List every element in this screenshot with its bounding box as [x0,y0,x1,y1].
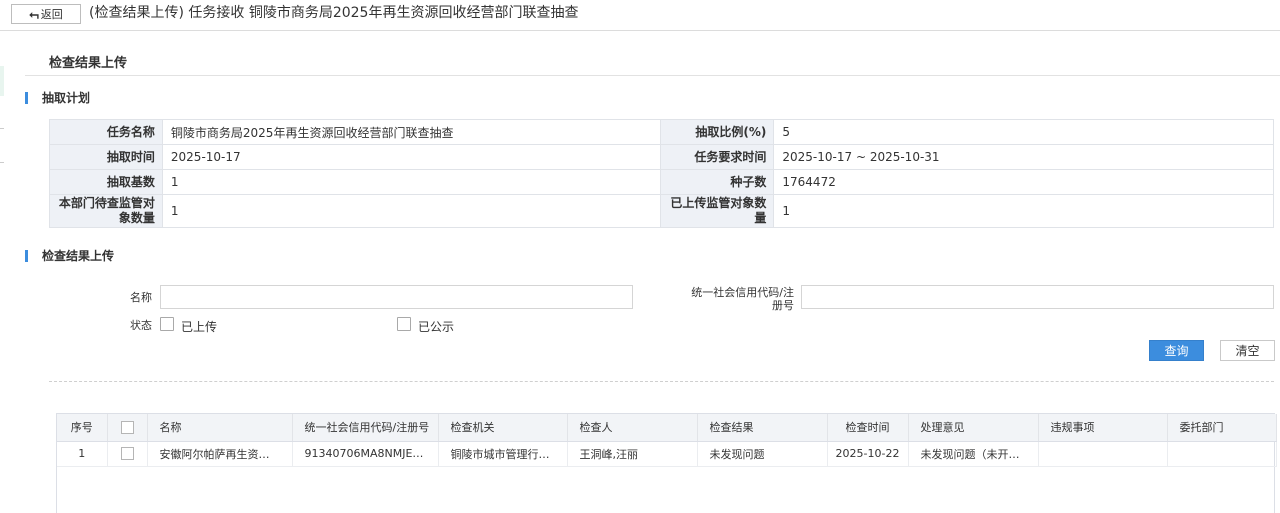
row-checkbox[interactable] [107,441,148,467]
draw-time-value: 2025-10-17 [161,144,662,170]
cell-delegate [1167,441,1277,467]
table-row[interactable]: 1 安徽阿尔帕萨再生资源有… 91340706MA8NMJEL5Q 铜陵市城市管… [57,441,1277,467]
required-time-value: 2025-10-17 ~ 2025-10-31 [773,144,1274,170]
query-button[interactable]: 查询 [1149,340,1204,361]
pending-count-label: 本部门待查监管对象数量 [49,194,163,228]
column-header-violation[interactable]: 违规事项 [1038,414,1168,442]
status-label: 状态 [130,319,152,332]
column-header-opinion[interactable]: 处理意见 [908,414,1039,442]
base-count-value: 1 [161,169,662,195]
uploaded-count-value: 1 [773,194,1274,228]
pending-count-value: 1 [161,194,662,228]
cell-authority: 铜陵市城市管理行政… [438,441,568,467]
seed-label: 种子数 [660,169,775,195]
ratio-value: 5 [773,119,1274,145]
back-button-label: 返回 [40,8,63,21]
left-rail-divider [0,128,4,129]
left-rail-indicator [0,66,4,96]
section-title-upload: 检查结果上传 [25,250,114,262]
back-button[interactable]: ⮢ 返回 [11,4,81,24]
column-header-name[interactable]: 名称 [147,414,293,442]
section-title-plan: 抽取计划 [25,92,90,104]
cell-inspector: 王洞峰,汪丽 [567,441,698,467]
credit-code-label: 统一社会信用代码/注册号 [691,286,794,312]
uploaded-checkbox-label: 已上传 [181,320,218,334]
required-time-label: 任务要求时间 [660,144,775,170]
column-header-index[interactable]: 序号 [57,414,108,442]
section-divider [49,381,1274,382]
back-arrow-icon: ⮢ [29,6,39,21]
left-rail-divider [0,162,4,163]
task-name-label: 任务名称 [49,119,163,145]
cell-credit-code: 91340706MA8NMJEL5Q [292,441,439,467]
published-checkbox-label: 已公示 [418,320,455,334]
name-label: 名称 [130,291,152,304]
select-all-checkbox[interactable] [107,414,148,442]
cell-opinion: 未发现问题（未开展… [908,441,1039,467]
page-title-divider [25,75,1280,76]
checkbox-icon [120,447,134,461]
draw-time-label: 抽取时间 [49,144,163,170]
cell-index: 1 [57,441,108,467]
top-bar: ⮢ 返回 (检查结果上传) 任务接收 铜陵市商务局2025年再生资源回收经营部门… [0,0,1280,31]
cell-name[interactable]: 安徽阿尔帕萨再生资源有… [147,441,293,467]
published-checkbox[interactable] [397,317,411,331]
column-header-authority[interactable]: 检查机关 [438,414,568,442]
grid-header-row: 序号 名称 统一社会信用代码/注册号 检查机关 检查人 检查结果 检查时间 处理… [57,414,1277,442]
cell-violation [1038,441,1168,467]
uploaded-count-label: 已上传监管对象数量 [660,194,775,228]
column-header-date[interactable]: 检查时间 [827,414,909,442]
column-header-delegate[interactable]: 委托部门 [1167,414,1277,442]
base-count-label: 抽取基数 [49,169,163,195]
column-header-inspector[interactable]: 检查人 [567,414,698,442]
ratio-label: 抽取比例(%) [660,119,775,145]
cell-date: 2025-10-22 [827,441,909,467]
clear-button[interactable]: 清空 [1220,340,1275,361]
results-grid: 序号 名称 统一社会信用代码/注册号 检查机关 检查人 检查结果 检查时间 处理… [56,413,1277,513]
window-title: (检查结果上传) 任务接收 铜陵市商务局2025年再生资源回收经营部门联查抽查 [89,5,579,21]
uploaded-checkbox[interactable] [160,317,174,331]
column-header-result[interactable]: 检查结果 [697,414,828,442]
task-name-value: 铜陵市商务局2025年再生资源回收经营部门联查抽查 [161,119,662,145]
seed-value: 1764472 [773,169,1274,195]
page-title: 检查结果上传 [49,56,128,71]
name-input[interactable] [160,285,633,309]
plan-info-table: 任务名称 铜陵市商务局2025年再生资源回收经营部门联查抽查 抽取比例(%) 5… [49,119,1274,228]
credit-code-input[interactable] [801,285,1274,309]
cell-result: 未发现问题 [697,441,828,467]
checkbox-icon [120,421,134,434]
column-header-credit-code[interactable]: 统一社会信用代码/注册号 [292,414,439,442]
